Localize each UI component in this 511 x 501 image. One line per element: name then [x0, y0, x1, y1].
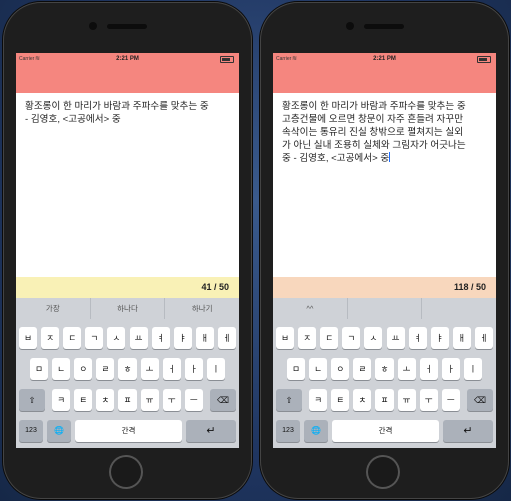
key-ㅡ[interactable]: ㅡ	[441, 389, 460, 411]
character-counter: 41 / 50	[201, 282, 229, 292]
numbers-key[interactable]: 123	[19, 420, 43, 442]
key-ㅅ[interactable]: ㅅ	[364, 327, 383, 349]
keyboard: ㅂㅈㄷㄱㅅㅛㅕㅑㅐㅔㅁㄴㅇㄹㅎㅗㅓㅏㅣ ⇧ ㅋㅌㅊㅍㅠㅜㅡ ⌫ 123 🌐 간격 ↵	[16, 319, 239, 448]
key-ㄷ[interactable]: ㄷ	[63, 327, 82, 349]
status-bar: Carrier ≋ 2:21 PM	[16, 53, 239, 93]
return-key[interactable]: ↵	[443, 420, 493, 442]
battery-icon	[220, 56, 234, 63]
key-ㅑ[interactable]: ㅑ	[430, 327, 449, 349]
key-ㅠ[interactable]: ㅠ	[397, 389, 416, 411]
key-ㅏ[interactable]: ㅏ	[184, 358, 203, 380]
key-ㅇ[interactable]: ㅇ	[74, 358, 93, 380]
suggestion-item[interactable]	[422, 298, 496, 319]
shift-key[interactable]: ⇧	[276, 389, 302, 411]
key-ㅕ[interactable]: ㅕ	[408, 327, 427, 349]
status-bar: Carrier ≋ 2:21 PM	[273, 53, 496, 93]
key-ㅂ[interactable]: ㅂ	[19, 327, 38, 349]
globe-icon[interactable]: 🌐	[47, 420, 71, 442]
key-ㅍ[interactable]: ㅍ	[375, 389, 394, 411]
key-ㅏ[interactable]: ㅏ	[441, 358, 460, 380]
space-key[interactable]: 간격	[332, 420, 439, 442]
counter-bar: 118 / 50	[273, 277, 496, 298]
suggestion-bar: ^^	[273, 298, 496, 319]
key-ㅛ[interactable]: ㅛ	[129, 327, 148, 349]
key-ㅍ[interactable]: ㅍ	[118, 389, 137, 411]
suggestion-item[interactable]	[348, 298, 423, 319]
key-ㅈ[interactable]: ㅈ	[41, 327, 60, 349]
text-content: 황조롱이 한 마리가 바람과 주파수를 맞추는 중 고층건물에 오르면 창문이 …	[282, 101, 466, 164]
home-button[interactable]	[366, 455, 400, 489]
key-ㅋ[interactable]: ㅋ	[52, 389, 71, 411]
screen: Carrier ≋ 2:21 PM 황조롱이 한 마리가 바람과 주파수를 맞추는 중…	[273, 53, 496, 448]
key-ㅔ[interactable]: ㅔ	[217, 327, 236, 349]
key-ㄱ[interactable]: ㄱ	[342, 327, 361, 349]
key-ㅋ[interactable]: ㅋ	[309, 389, 328, 411]
key-ㄴ[interactable]: ㄴ	[52, 358, 71, 380]
key-ㅎ[interactable]: ㅎ	[375, 358, 394, 380]
key-ㅣ[interactable]: ㅣ	[463, 358, 482, 380]
suggestion-bar: 가장 하나다 하나기	[16, 298, 239, 319]
key-ㅈ[interactable]: ㅈ	[298, 327, 317, 349]
phone-left: Carrier ≋ 2:21 PM 황조롱이 한 마리가 바람과 주파수를 맞추는 중…	[3, 2, 252, 499]
key-ㅡ[interactable]: ㅡ	[184, 389, 203, 411]
counter-bar: 41 / 50	[16, 277, 239, 298]
key-ㅇ[interactable]: ㅇ	[331, 358, 350, 380]
screen: Carrier ≋ 2:21 PM 황조롱이 한 마리가 바람과 주파수를 맞추는 중…	[16, 53, 239, 448]
key-ㅜ[interactable]: ㅜ	[162, 389, 181, 411]
status-time: 2:21 PM	[373, 56, 396, 62]
key-ㄷ[interactable]: ㄷ	[320, 327, 339, 349]
key-ㅓ[interactable]: ㅓ	[162, 358, 181, 380]
key-ㅜ[interactable]: ㅜ	[419, 389, 438, 411]
space-key[interactable]: 간격	[75, 420, 182, 442]
text-content: 황조롱이 한 마리가 바람과 주파수를 맞추는 중 - 김영호, <고공에서> …	[25, 101, 209, 125]
home-button[interactable]	[109, 455, 143, 489]
key-ㄹ[interactable]: ㄹ	[353, 358, 372, 380]
key-ㅊ[interactable]: ㅊ	[96, 389, 115, 411]
key-ㅕ[interactable]: ㅕ	[151, 327, 170, 349]
key-ㅗ[interactable]: ㅗ	[397, 358, 416, 380]
key-ㅐ[interactable]: ㅐ	[195, 327, 214, 349]
delete-key[interactable]: ⌫	[467, 389, 493, 411]
character-counter: 118 / 50	[453, 282, 486, 292]
delete-key[interactable]: ⌫	[210, 389, 236, 411]
text-view[interactable]: 황조롱이 한 마리가 바람과 주파수를 맞추는 중 - 김영호, <고공에서> …	[16, 93, 239, 277]
key-ㅣ[interactable]: ㅣ	[206, 358, 225, 380]
suggestion-item[interactable]: 하나기	[165, 298, 239, 319]
text-view[interactable]: 황조롱이 한 마리가 바람과 주파수를 맞추는 중 고층건물에 오르면 창문이 …	[273, 93, 496, 277]
key-ㅛ[interactable]: ㅛ	[386, 327, 405, 349]
key-ㅑ[interactable]: ㅑ	[173, 327, 192, 349]
speaker-grille	[364, 24, 404, 29]
shift-key[interactable]: ⇧	[19, 389, 45, 411]
phone-right: Carrier ≋ 2:21 PM 황조롱이 한 마리가 바람과 주파수를 맞추는 중…	[260, 2, 509, 499]
key-ㅎ[interactable]: ㅎ	[118, 358, 137, 380]
key-ㅗ[interactable]: ㅗ	[140, 358, 159, 380]
suggestion-item[interactable]: 하나다	[91, 298, 166, 319]
key-ㅂ[interactable]: ㅂ	[276, 327, 295, 349]
battery-icon	[477, 56, 491, 63]
key-ㅁ[interactable]: ㅁ	[287, 358, 306, 380]
key-ㄴ[interactable]: ㄴ	[309, 358, 328, 380]
key-ㄱ[interactable]: ㄱ	[85, 327, 104, 349]
key-ㅊ[interactable]: ㅊ	[353, 389, 372, 411]
status-time: 2:21 PM	[116, 56, 139, 62]
camera-icon	[89, 22, 97, 30]
camera-icon	[346, 22, 354, 30]
numbers-key[interactable]: 123	[276, 420, 300, 442]
key-ㅓ[interactable]: ㅓ	[419, 358, 438, 380]
suggestion-item[interactable]: 가장	[16, 298, 91, 319]
globe-icon[interactable]: 🌐	[304, 420, 328, 442]
text-cursor	[389, 152, 391, 162]
return-key[interactable]: ↵	[186, 420, 236, 442]
speaker-grille	[107, 24, 147, 29]
key-ㅔ[interactable]: ㅔ	[474, 327, 493, 349]
key-ㅁ[interactable]: ㅁ	[30, 358, 49, 380]
key-ㅐ[interactable]: ㅐ	[452, 327, 471, 349]
key-ㅌ[interactable]: ㅌ	[331, 389, 350, 411]
key-ㅅ[interactable]: ㅅ	[107, 327, 126, 349]
key-ㄹ[interactable]: ㄹ	[96, 358, 115, 380]
key-ㅠ[interactable]: ㅠ	[140, 389, 159, 411]
key-ㅌ[interactable]: ㅌ	[74, 389, 93, 411]
keyboard: ㅂㅈㄷㄱㅅㅛㅕㅑㅐㅔㅁㄴㅇㄹㅎㅗㅓㅏㅣ ⇧ ㅋㅌㅊㅍㅠㅜㅡ ⌫ 123 🌐 간격 ↵	[273, 319, 496, 448]
suggestion-item[interactable]: ^^	[273, 298, 348, 319]
